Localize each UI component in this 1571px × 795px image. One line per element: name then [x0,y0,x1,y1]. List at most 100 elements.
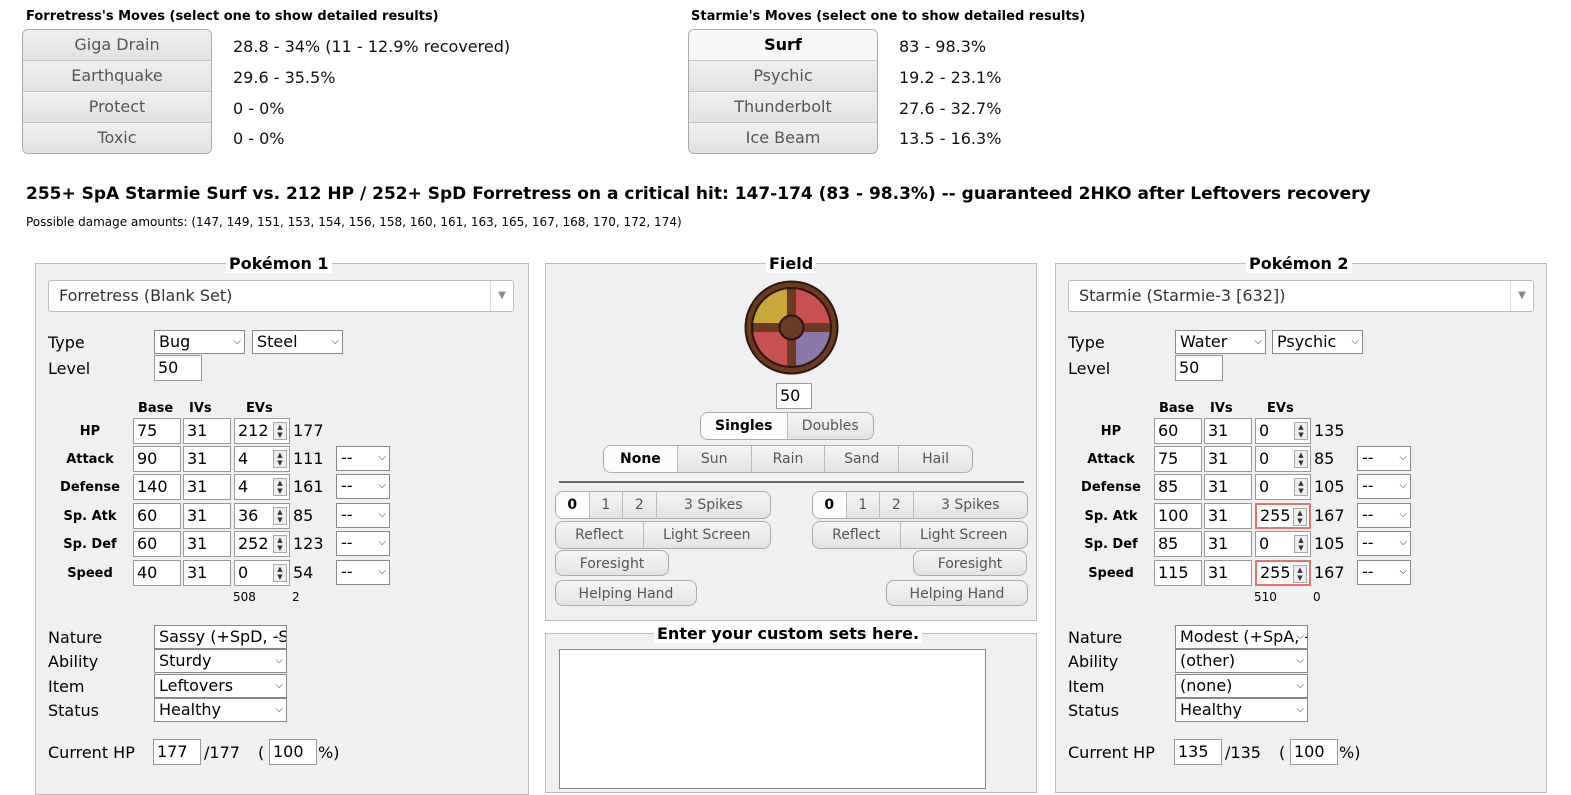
spinner-arrows-icon[interactable]: ▲ ▼ [273,478,287,496]
p1-ability-select[interactable]: Sturdy ⌵ [154,649,287,673]
spinner-arrows-icon[interactable]: ▲ ▼ [273,564,287,582]
p2-boost-select[interactable]: -- ⌵ [1357,503,1411,528]
p2-base-input[interactable]: 115 [1154,560,1202,586]
p1-light-screen-button[interactable]: Light Screen [644,522,770,548]
p2-base-input[interactable]: 85 [1154,474,1202,500]
p1-move-button[interactable]: Giga Drain [23,30,211,61]
weather-hail-button[interactable]: Hail [899,446,972,472]
p2-move-button[interactable]: Psychic [689,61,877,92]
p2-ev-input[interactable]: 0 ▲ ▼ [1255,418,1311,444]
p1-base-input[interactable]: 40 [133,560,181,586]
p2-spikes-0[interactable]: 0 [813,492,847,518]
spinner-arrows-icon[interactable]: ▲ ▼ [273,450,287,468]
p1-ev-input[interactable]: 252 ▲ ▼ [234,531,290,557]
p1-status-select[interactable]: Healthy ⌵ [154,698,287,722]
p2-ev-input[interactable]: 0 ▲ ▼ [1255,531,1311,557]
p2-iv-input[interactable]: 31 [1204,560,1252,586]
p2-move-button[interactable]: Ice Beam [689,123,877,153]
p1-level-input[interactable]: 50 [154,355,202,381]
p1-spikes-1[interactable]: 1 [590,492,624,518]
p2-spikes-3[interactable]: 3 Spikes [914,492,1027,518]
p2-base-input[interactable]: 100 [1154,503,1202,529]
p1-helping-hand-button[interactable]: Helping Hand [555,580,697,606]
p2-boost-select[interactable]: -- ⌵ [1357,474,1411,499]
p2-ev-input[interactable]: 0 ▲ ▼ [1255,446,1311,472]
p1-spikes-2[interactable]: 2 [623,492,657,518]
p2-type1-select[interactable]: Water ⌵ [1175,330,1266,354]
p1-iv-input[interactable]: 31 [183,503,231,529]
spinner-arrows-icon[interactable]: ▲ ▼ [1294,535,1308,553]
p1-current-hp-input[interactable]: 177 [153,739,201,765]
p2-ev-input[interactable]: 0 ▲ ▼ [1255,474,1311,500]
weather-sun-button[interactable]: Sun [678,446,752,472]
doubles-button[interactable]: Doubles [788,413,874,439]
p2-move-button[interactable]: Thunderbolt [689,92,877,123]
p1-ev-input[interactable]: 36 ▲ ▼ [234,503,290,529]
p1-iv-input[interactable]: 31 [183,531,231,557]
p1-boost-select[interactable]: -- ⌵ [336,474,390,499]
p1-nature-select[interactable]: Sassy (+SpD, -Spe)⌵ [154,625,287,649]
weather-none-button[interactable]: None [604,446,678,472]
p1-move-button[interactable]: Protect [23,92,211,123]
p1-item-select[interactable]: Leftovers ⌵ [154,674,287,698]
custom-sets-textarea[interactable] [559,649,986,789]
p2-helping-hand-button[interactable]: Helping Hand [886,580,1028,606]
p1-iv-input[interactable]: 31 [183,446,231,472]
p2-boost-select[interactable]: -- ⌵ [1357,560,1411,585]
p1-hp-percent-input[interactable]: 100 [269,739,317,765]
p2-ev-input[interactable]: 255 ▲ ▼ [1255,560,1311,586]
p1-boost-select[interactable]: -- ⌵ [336,446,390,471]
singles-button[interactable]: Singles [701,413,788,439]
p2-spikes-1[interactable]: 1 [847,492,881,518]
p1-set-select[interactable]: Forretress (Blank Set) ▼ [48,280,514,312]
p2-hp-percent-input[interactable]: 100 [1290,739,1338,765]
p1-base-input[interactable]: 60 [133,503,181,529]
p1-boost-select[interactable]: -- ⌵ [336,531,390,556]
spinner-arrows-icon[interactable]: ▲ ▼ [273,535,287,553]
p2-ev-input[interactable]: 255 ▲ ▼ [1255,503,1311,529]
p2-spikes-2[interactable]: 2 [880,492,914,518]
p1-ev-input[interactable]: 0 ▲ ▼ [234,560,290,586]
p1-spikes-3[interactable]: 3 Spikes [657,492,770,518]
p1-boost-select[interactable]: -- ⌵ [336,560,390,585]
p2-foresight-button[interactable]: Foresight [913,550,1027,576]
p2-light-screen-button[interactable]: Light Screen [901,522,1027,548]
p1-foresight-button[interactable]: Foresight [555,550,669,576]
p2-iv-input[interactable]: 31 [1204,531,1252,557]
p1-move-button[interactable]: Earthquake [23,61,211,92]
p1-ev-input[interactable]: 4 ▲ ▼ [234,474,290,500]
p1-reflect-button[interactable]: Reflect [556,522,644,548]
p2-type2-select[interactable]: Psychic ⌵ [1272,330,1363,354]
p2-boost-select[interactable]: -- ⌵ [1357,446,1411,471]
field-level-input[interactable]: 50 [776,383,812,409]
p1-type1-select[interactable]: Bug ⌵ [154,330,245,354]
p1-base-input[interactable]: 75 [133,418,181,444]
spinner-arrows-icon[interactable]: ▲ ▼ [1293,508,1307,526]
p1-type2-select[interactable]: Steel ⌵ [252,330,343,354]
p2-boost-select[interactable]: -- ⌵ [1357,531,1411,556]
p2-iv-input[interactable]: 31 [1204,474,1252,500]
spinner-arrows-icon[interactable]: ▲ ▼ [1293,565,1307,583]
weather-rain-button[interactable]: Rain [752,446,826,472]
p1-ev-input[interactable]: 4 ▲ ▼ [234,446,290,472]
spinner-arrows-icon[interactable]: ▲ ▼ [273,422,287,440]
p1-move-button[interactable]: Toxic [23,123,211,153]
p1-spikes-0[interactable]: 0 [556,492,590,518]
weather-sand-button[interactable]: Sand [825,446,900,472]
p1-boost-select[interactable]: -- ⌵ [336,503,390,528]
p1-base-input[interactable]: 140 [133,474,181,500]
p2-iv-input[interactable]: 31 [1204,418,1252,444]
spinner-arrows-icon[interactable]: ▲ ▼ [1294,450,1308,468]
p2-base-input[interactable]: 85 [1154,531,1202,557]
p1-base-input[interactable]: 60 [133,531,181,557]
p2-base-input[interactable]: 75 [1154,446,1202,472]
p2-move-button-selected[interactable]: Surf [689,30,877,61]
p1-ev-input[interactable]: 212 ▲ ▼ [234,418,290,444]
p2-level-input[interactable]: 50 [1175,355,1223,381]
p2-ability-select[interactable]: (other) ⌵ [1175,649,1308,673]
spinner-arrows-icon[interactable]: ▲ ▼ [1294,422,1308,440]
p2-base-input[interactable]: 60 [1154,418,1202,444]
p2-status-select[interactable]: Healthy ⌵ [1175,698,1308,722]
p2-set-select[interactable]: Starmie (Starmie-3 [632]) ▼ [1068,280,1534,312]
p2-reflect-button[interactable]: Reflect [813,522,901,548]
